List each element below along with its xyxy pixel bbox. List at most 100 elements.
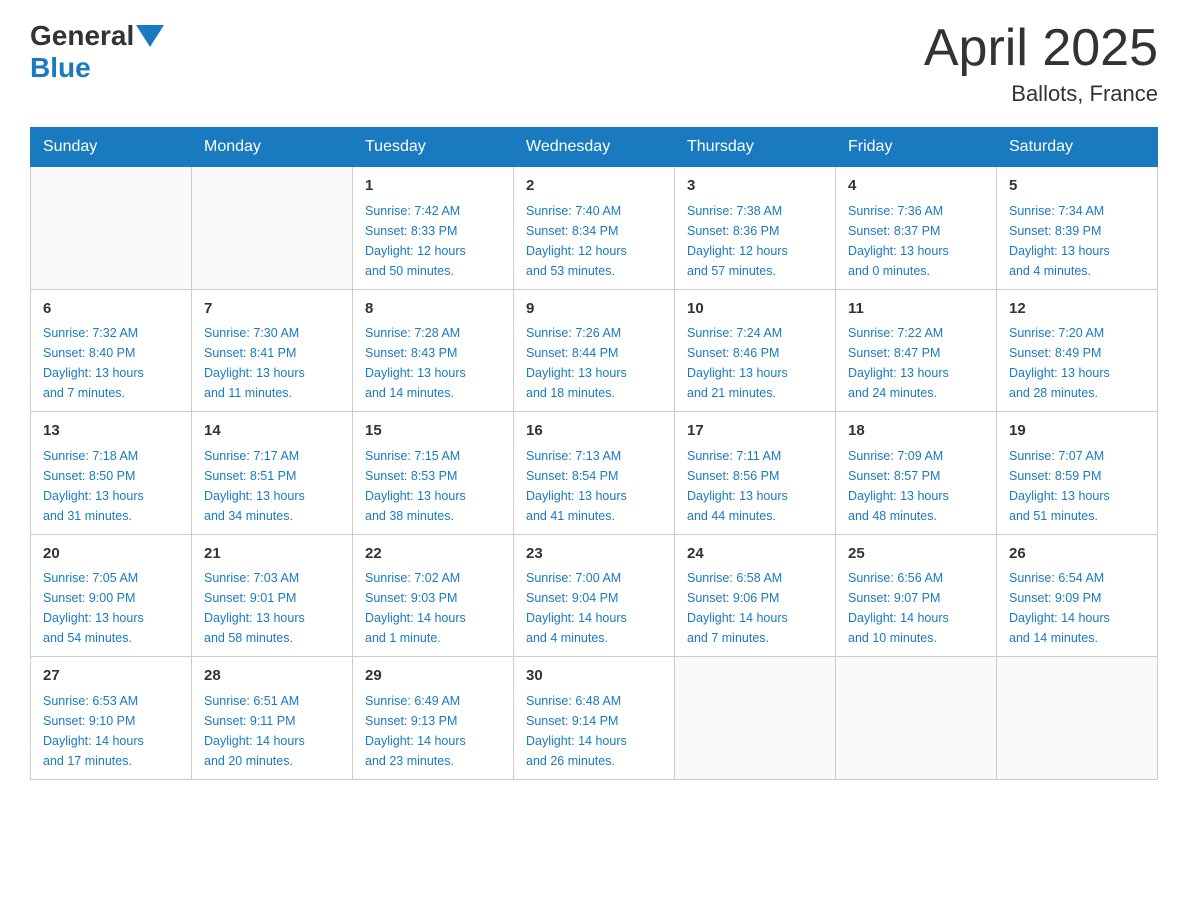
calendar-cell: 5 Sunrise: 7:34 AMSunset: 8:39 PMDaylight… (997, 167, 1158, 290)
day-info: Sunrise: 7:26 AMSunset: 8:44 PMDaylight:… (526, 323, 662, 403)
weekday-header-thursday: Thursday (675, 128, 836, 167)
day-info: Sunrise: 6:49 AMSunset: 9:13 PMDaylight:… (365, 691, 501, 771)
calendar-cell: 29 Sunrise: 6:49 AMSunset: 9:13 PMDayligh… (353, 657, 514, 780)
day-number: 1 (365, 175, 501, 198)
week-row-4: 20Sunrise: 7:05 AMSunset: 9:00 PMDayligh… (31, 534, 1158, 657)
day-info: Sunrise: 6:48 AMSunset: 9:14 PMDaylight:… (526, 691, 662, 771)
weekday-header-monday: Monday (192, 128, 353, 167)
calendar-cell (31, 167, 192, 290)
logo: General Blue (30, 20, 166, 84)
calendar-cell: 17 Sunrise: 7:11 AMSunset: 8:56 PMDayligh… (675, 412, 836, 535)
week-row-2: 6Sunrise: 7:32 AMSunset: 8:40 PMDaylight… (31, 289, 1158, 412)
day-number: 19 (1009, 420, 1145, 443)
logo-general-text: General (30, 20, 134, 52)
week-row-1: 1Sunrise: 7:42 AMSunset: 8:33 PMDaylight… (31, 167, 1158, 290)
logo-triangle-icon (136, 25, 164, 47)
day-number: 16 (526, 420, 662, 443)
page-header: General Blue April 2025 Ballots, France (30, 20, 1158, 107)
calendar-table: SundayMondayTuesdayWednesdayThursdayFrid… (30, 127, 1158, 780)
calendar-cell (192, 167, 353, 290)
calendar-cell: 26Sunrise: 6:54 AMSunset: 9:09 PMDayligh… (997, 534, 1158, 657)
calendar-cell: 24Sunrise: 6:58 AMSunset: 9:06 PMDayligh… (675, 534, 836, 657)
calendar-cell: 1Sunrise: 7:42 AMSunset: 8:33 PMDaylight… (353, 167, 514, 290)
day-info: Sunrise: 7:13 AMSunset: 8:54 PMDaylight:… (526, 446, 662, 526)
day-info: Sunrise: 7:02 AMSunset: 9:03 PMDaylight:… (365, 568, 501, 648)
day-number: 5 (1009, 175, 1145, 198)
day-number: 2 (526, 175, 662, 198)
day-info: Sunrise: 7:32 AMSunset: 8:40 PMDaylight:… (43, 323, 179, 403)
calendar-cell: 7Sunrise: 7:30 AMSunset: 8:41 PMDaylight… (192, 289, 353, 412)
calendar-cell: 27 Sunrise: 6:53 AMSunset: 9:10 PMDayligh… (31, 657, 192, 780)
day-number: 11 (848, 298, 984, 321)
weekday-header-friday: Friday (836, 128, 997, 167)
day-number: 3 (687, 175, 823, 198)
day-info: Sunrise: 7:40 AMSunset: 8:34 PMDaylight:… (526, 201, 662, 281)
calendar-cell: 21Sunrise: 7:03 AMSunset: 9:01 PMDayligh… (192, 534, 353, 657)
day-info: Sunrise: 7:17 AMSunset: 8:51 PMDaylight:… (204, 446, 340, 526)
day-info: Sunrise: 6:58 AMSunset: 9:06 PMDaylight:… (687, 568, 823, 648)
weekday-header-row: SundayMondayTuesdayWednesdayThursdayFrid… (31, 128, 1158, 167)
day-info: Sunrise: 7:07 AMSunset: 8:59 PMDaylight:… (1009, 446, 1145, 526)
week-row-3: 13 Sunrise: 7:18 AMSunset: 8:50 PMDayligh… (31, 412, 1158, 535)
day-info: Sunrise: 6:56 AMSunset: 9:07 PMDaylight:… (848, 568, 984, 648)
calendar-cell: 3Sunrise: 7:38 AMSunset: 8:36 PMDaylight… (675, 167, 836, 290)
day-number: 28 (204, 665, 340, 688)
calendar-cell: 12Sunrise: 7:20 AMSunset: 8:49 PMDayligh… (997, 289, 1158, 412)
day-number: 24 (687, 543, 823, 566)
day-info: Sunrise: 7:11 AMSunset: 8:56 PMDaylight:… (687, 446, 823, 526)
day-number: 22 (365, 543, 501, 566)
day-number: 26 (1009, 543, 1145, 566)
day-number: 13 (43, 420, 179, 443)
day-info: Sunrise: 6:53 AMSunset: 9:10 PMDaylight:… (43, 691, 179, 771)
weekday-header-saturday: Saturday (997, 128, 1158, 167)
day-number: 27 (43, 665, 179, 688)
calendar-cell: 20Sunrise: 7:05 AMSunset: 9:00 PMDayligh… (31, 534, 192, 657)
day-info: Sunrise: 7:22 AMSunset: 8:47 PMDaylight:… (848, 323, 984, 403)
day-number: 7 (204, 298, 340, 321)
day-number: 8 (365, 298, 501, 321)
day-info: Sunrise: 7:28 AMSunset: 8:43 PMDaylight:… (365, 323, 501, 403)
calendar-cell (836, 657, 997, 780)
calendar-cell (675, 657, 836, 780)
day-info: Sunrise: 6:51 AMSunset: 9:11 PMDaylight:… (204, 691, 340, 771)
day-number: 20 (43, 543, 179, 566)
calendar-cell: 22Sunrise: 7:02 AMSunset: 9:03 PMDayligh… (353, 534, 514, 657)
day-info: Sunrise: 7:20 AMSunset: 8:49 PMDaylight:… (1009, 323, 1145, 403)
day-info: Sunrise: 7:34 AMSunset: 8:39 PMDaylight:… (1009, 201, 1145, 281)
calendar-cell: 14 Sunrise: 7:17 AMSunset: 8:51 PMDayligh… (192, 412, 353, 535)
calendar-cell: 2 Sunrise: 7:40 AMSunset: 8:34 PMDaylight… (514, 167, 675, 290)
day-number: 30 (526, 665, 662, 688)
day-number: 29 (365, 665, 501, 688)
location: Ballots, France (924, 81, 1158, 107)
day-info: Sunrise: 7:15 AMSunset: 8:53 PMDaylight:… (365, 446, 501, 526)
calendar-cell: 25Sunrise: 6:56 AMSunset: 9:07 PMDayligh… (836, 534, 997, 657)
calendar-cell: 9Sunrise: 7:26 AMSunset: 8:44 PMDaylight… (514, 289, 675, 412)
calendar-cell: 15 Sunrise: 7:15 AMSunset: 8:53 PMDayligh… (353, 412, 514, 535)
day-info: Sunrise: 7:36 AMSunset: 8:37 PMDaylight:… (848, 201, 984, 281)
calendar-cell: 19 Sunrise: 7:07 AMSunset: 8:59 PMDayligh… (997, 412, 1158, 535)
calendar-cell: 30 Sunrise: 6:48 AMSunset: 9:14 PMDayligh… (514, 657, 675, 780)
calendar-cell: 8Sunrise: 7:28 AMSunset: 8:43 PMDaylight… (353, 289, 514, 412)
day-number: 9 (526, 298, 662, 321)
day-info: Sunrise: 7:24 AMSunset: 8:46 PMDaylight:… (687, 323, 823, 403)
day-info: Sunrise: 7:30 AMSunset: 8:41 PMDaylight:… (204, 323, 340, 403)
calendar-cell: 10Sunrise: 7:24 AMSunset: 8:46 PMDayligh… (675, 289, 836, 412)
calendar-cell (997, 657, 1158, 780)
calendar-cell: 13 Sunrise: 7:18 AMSunset: 8:50 PMDayligh… (31, 412, 192, 535)
weekday-header-wednesday: Wednesday (514, 128, 675, 167)
day-info: Sunrise: 7:18 AMSunset: 8:50 PMDaylight:… (43, 446, 179, 526)
day-info: Sunrise: 7:03 AMSunset: 9:01 PMDaylight:… (204, 568, 340, 648)
day-number: 23 (526, 543, 662, 566)
day-number: 25 (848, 543, 984, 566)
day-number: 14 (204, 420, 340, 443)
calendar-cell: 16 Sunrise: 7:13 AMSunset: 8:54 PMDayligh… (514, 412, 675, 535)
day-number: 4 (848, 175, 984, 198)
day-number: 10 (687, 298, 823, 321)
day-number: 17 (687, 420, 823, 443)
calendar-cell: 18Sunrise: 7:09 AMSunset: 8:57 PMDayligh… (836, 412, 997, 535)
day-number: 15 (365, 420, 501, 443)
day-info: Sunrise: 7:09 AMSunset: 8:57 PMDaylight:… (848, 446, 984, 526)
calendar-cell: 23Sunrise: 7:00 AMSunset: 9:04 PMDayligh… (514, 534, 675, 657)
calendar-cell: 4 Sunrise: 7:36 AMSunset: 8:37 PMDaylight… (836, 167, 997, 290)
day-number: 21 (204, 543, 340, 566)
